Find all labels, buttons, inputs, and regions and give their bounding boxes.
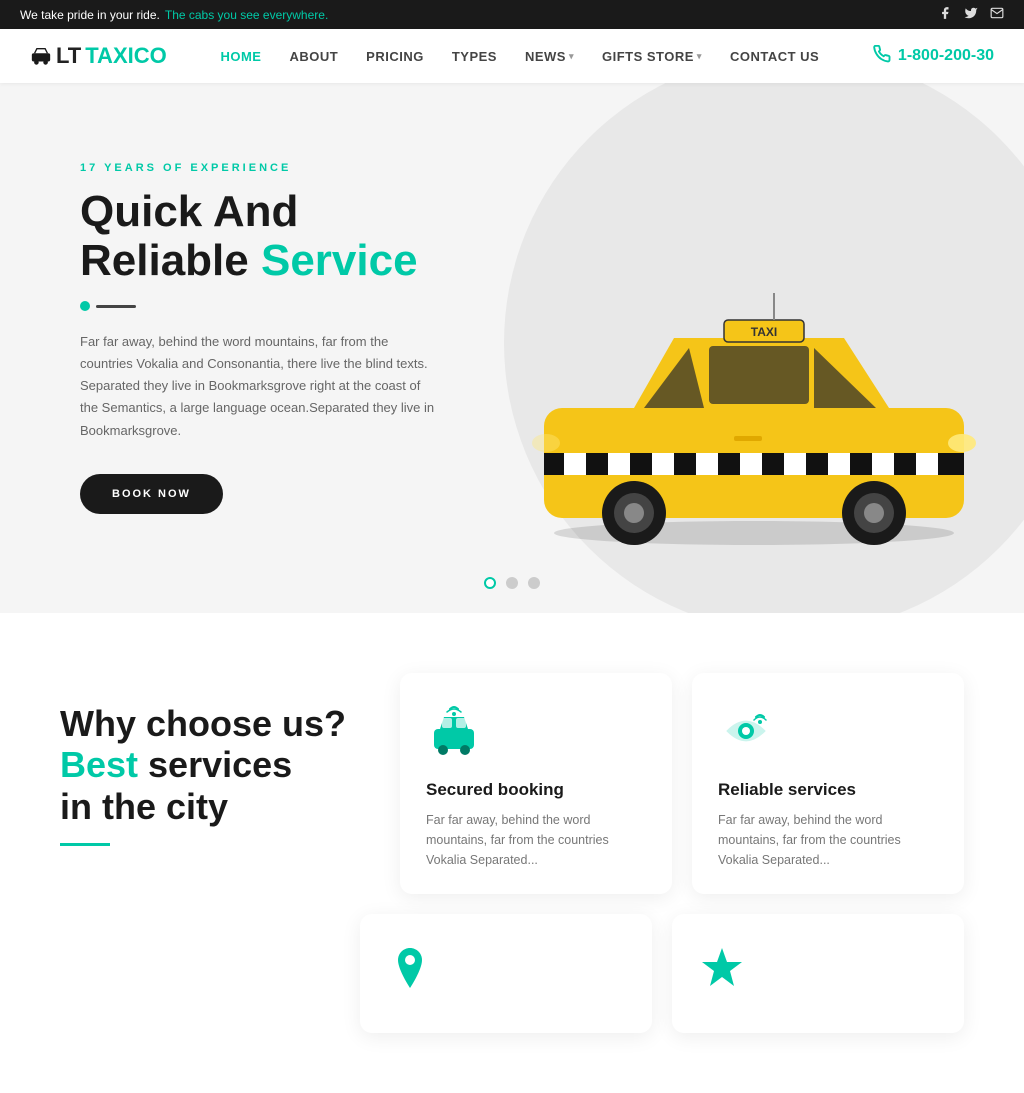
feature-card-secured-title: Secured booking [426, 780, 646, 800]
star-icon [698, 944, 746, 997]
slider-dot-2[interactable] [506, 577, 518, 589]
features-divider [60, 843, 110, 846]
location-icon [386, 944, 434, 997]
facebook-icon[interactable] [938, 6, 952, 23]
features-section: Why choose us? Best services in the city [0, 613, 1024, 894]
hero-title-line1: Quick And [80, 187, 298, 236]
nav-contact[interactable]: CONTACT US [730, 49, 819, 64]
services-text: services [138, 744, 292, 785]
why-text: Why choose us? [60, 703, 346, 744]
logo-car-icon [30, 45, 52, 67]
slider-dot-3[interactable] [528, 577, 540, 589]
features-heading: Why choose us? Best services in the city [60, 673, 360, 846]
phone-icon [873, 45, 891, 68]
eye-icon [718, 703, 938, 764]
hero-subtitle: 17 YEARS OF EXPERIENCE [80, 162, 440, 174]
phone-number: 1-800-200-30 [898, 47, 994, 65]
feature-card-reliable-title: Reliable services [718, 780, 938, 800]
nav-pricing[interactable]: PRICING [366, 49, 424, 64]
hero-title-line2-highlight: Service [261, 236, 418, 285]
divider-dot [80, 301, 90, 311]
nav-gifts[interactable]: GIFTS STORE ▾ [602, 49, 702, 64]
feature-card-reliable: Reliable services Far far away, behind t… [692, 673, 964, 894]
hero-car-image: TAXI [504, 268, 1004, 558]
feature-card-bottom-2 [672, 914, 964, 1033]
hero-title: Quick And Reliable Service [80, 188, 440, 285]
hero-divider [80, 301, 440, 311]
feature-card-reliable-desc: Far far away, behind the word mountains,… [718, 810, 938, 870]
nav-news[interactable]: NEWS ▾ [525, 49, 574, 64]
social-icons [938, 6, 1004, 23]
svg-text:TAXI: TAXI [751, 325, 777, 339]
best-text: Best [60, 744, 138, 785]
nav-types[interactable]: TYPES [452, 49, 497, 64]
hero-description: Far far away, behind the word mountains,… [80, 331, 440, 441]
news-chevron-icon: ▾ [569, 51, 574, 62]
twitter-icon[interactable] [964, 6, 978, 23]
city-text: in the city [60, 786, 228, 827]
feature-cards-grid: Secured booking Far far away, behind the… [400, 673, 964, 894]
logo-lt: LT [56, 43, 81, 69]
feature-card-secured-desc: Far far away, behind the word mountains,… [426, 810, 646, 870]
gifts-chevron-icon: ▾ [697, 51, 702, 62]
hero-title-line2-normal: Reliable [80, 236, 249, 285]
features-bottom-section [0, 894, 1024, 1093]
nav-home[interactable]: HOME [220, 49, 261, 64]
hero-section: 17 YEARS OF EXPERIENCE Quick And Reliabl… [0, 83, 1024, 613]
hero-content: 17 YEARS OF EXPERIENCE Quick And Reliabl… [80, 162, 440, 513]
divider-line [96, 305, 136, 308]
slider-dots [484, 577, 540, 589]
phone-display: 1-800-200-30 [873, 45, 994, 68]
main-nav: HOME ABOUT PRICING TYPES NEWS ▾ GIFTS ST… [220, 49, 819, 64]
nav-about[interactable]: ABOUT [289, 49, 338, 64]
book-now-button[interactable]: BOOK NOW [80, 474, 223, 514]
slider-dot-1[interactable] [484, 577, 496, 589]
taxi-icon [426, 703, 646, 764]
email-icon[interactable] [990, 6, 1004, 23]
header: LT TAXICO HOME ABOUT PRICING TYPES NEWS … [0, 29, 1024, 83]
feature-card-secured: Secured booking Far far away, behind the… [400, 673, 672, 894]
logo-taxico: TAXICO [85, 43, 166, 69]
feature-card-bottom-1 [360, 914, 652, 1033]
top-bar-message-start: We take pride in your ride. [20, 8, 160, 22]
top-bar-message-highlight: The cabs you see everywhere. [165, 8, 328, 22]
features-title: Why choose us? Best services in the city [60, 703, 360, 827]
top-bar: We take pride in your ride. The cabs you… [0, 0, 1024, 29]
top-bar-message: We take pride in your ride. The cabs you… [20, 8, 328, 22]
logo[interactable]: LT TAXICO [30, 43, 167, 69]
